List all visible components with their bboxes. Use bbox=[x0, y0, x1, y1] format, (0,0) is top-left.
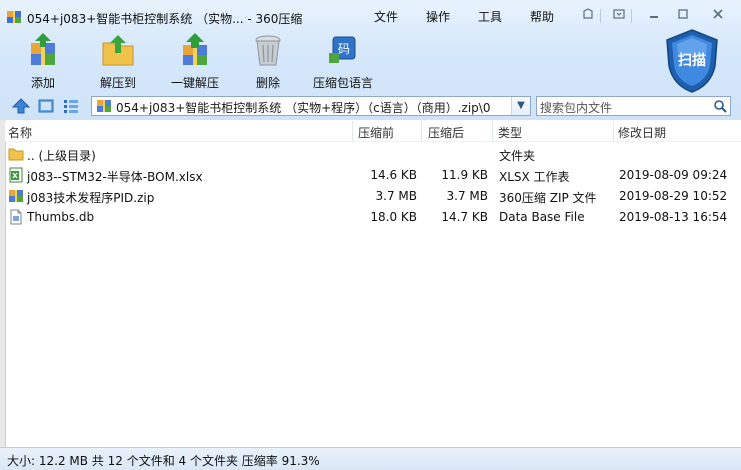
menu-file[interactable]: 文件 bbox=[374, 8, 398, 25]
scan-label: 扫描 bbox=[678, 53, 706, 69]
file-compressed-size: 14.7 KB bbox=[441, 210, 488, 224]
column-divider[interactable] bbox=[613, 121, 614, 141]
add-button[interactable]: 添加 bbox=[19, 33, 67, 91]
archive-language-button[interactable]: 码 压缩包语言 bbox=[311, 33, 375, 91]
file-row[interactable]: Thumbs.db 18.0 KB 14.7 KB Data Base File… bbox=[5, 207, 741, 228]
one-click-extract-icon bbox=[183, 33, 207, 65]
address-bar[interactable]: 054+j083+智能书柜控制系统 （实物+程序）（c语言）（商用）.zip\0… bbox=[91, 96, 531, 116]
file-original-size: 3.7 MB bbox=[375, 189, 417, 203]
chevron-down-icon[interactable]: ▼ bbox=[511, 97, 530, 115]
window-title: 054+j083+智能书柜控制系统 （实物... - 360压缩 bbox=[27, 12, 303, 26]
column-name[interactable]: 名称 bbox=[8, 124, 32, 141]
title-separator bbox=[600, 9, 601, 23]
scan-button[interactable]: 扫描 bbox=[663, 28, 721, 94]
zip-icon bbox=[97, 100, 111, 112]
maximize-icon[interactable] bbox=[674, 7, 692, 23]
column-compressed-size[interactable]: 压缩后 bbox=[428, 124, 464, 141]
add-label: 添加 bbox=[30, 76, 55, 90]
search-placeholder: 搜索包内文件 bbox=[540, 101, 613, 115]
title-separator bbox=[631, 9, 632, 23]
file-row-parent[interactable]: .. (上级目录) 文件夹 bbox=[5, 144, 741, 165]
column-modified[interactable]: 修改日期 bbox=[618, 124, 666, 141]
thumbnail-view-icon[interactable] bbox=[37, 98, 55, 114]
close-icon[interactable] bbox=[709, 7, 727, 23]
search-icon[interactable] bbox=[713, 99, 727, 113]
delete-label: 删除 bbox=[255, 76, 280, 90]
menu-help[interactable]: 帮助 bbox=[530, 8, 554, 25]
one-click-extract-button[interactable]: 一键解压 bbox=[165, 33, 225, 91]
file-compressed-size: 11.9 KB bbox=[441, 168, 488, 182]
trash-icon bbox=[255, 35, 281, 66]
db-file-icon bbox=[10, 209, 22, 225]
extract-to-button[interactable]: 解压到 bbox=[94, 33, 142, 91]
svg-text:码: 码 bbox=[338, 42, 350, 56]
file-original-size: 14.6 KB bbox=[370, 168, 417, 182]
menu-tools[interactable]: 工具 bbox=[478, 8, 502, 25]
add-archive-icon bbox=[31, 33, 55, 65]
file-type: Data Base File bbox=[499, 210, 585, 224]
archive-path: 054+j083+智能书柜控制系统 （实物+程序）（c语言）（商用）.zip\0 bbox=[116, 101, 491, 115]
file-name: j083--STM32-半导体-BOM.xlsx bbox=[27, 170, 203, 184]
skin-icon[interactable] bbox=[579, 7, 597, 23]
code-page-icon: 码 bbox=[329, 36, 356, 63]
excel-icon bbox=[9, 167, 23, 183]
column-original-size[interactable]: 压缩前 bbox=[358, 124, 394, 141]
file-type: XLSX 工作表 bbox=[499, 170, 570, 184]
file-name: .. (上级目录) bbox=[27, 149, 96, 163]
column-divider[interactable] bbox=[352, 121, 353, 141]
archive-language-label: 压缩包语言 bbox=[312, 76, 373, 90]
file-modified: 2019-08-29 10:52 bbox=[619, 189, 728, 203]
minimize-icon[interactable] bbox=[645, 7, 663, 23]
menu-dropdown-icon[interactable] bbox=[610, 7, 628, 23]
up-level-icon[interactable] bbox=[12, 98, 30, 114]
file-modified: 2019-08-09 09:24 bbox=[619, 168, 728, 182]
column-type[interactable]: 类型 bbox=[498, 124, 522, 141]
archive-app-icon bbox=[7, 11, 21, 23]
status-bar: 大小: 12.2 MB 共 12 个文件和 4 个文件夹 压缩率 91.3% bbox=[0, 447, 741, 470]
menu-operation[interactable]: 操作 bbox=[426, 8, 450, 25]
delete-button[interactable]: 删除 bbox=[247, 33, 289, 91]
folder-icon bbox=[8, 148, 24, 161]
search-input[interactable]: 搜索包内文件 bbox=[536, 96, 731, 116]
one-click-extract-label: 一键解压 bbox=[170, 76, 219, 90]
file-row[interactable]: j083--STM32-半导体-BOM.xlsx 14.6 KB 11.9 KB… bbox=[5, 165, 741, 186]
file-name: j083技术发程序PID.zip bbox=[27, 191, 155, 205]
list-view-icon[interactable] bbox=[62, 98, 80, 114]
file-modified: 2019-08-13 16:54 bbox=[619, 210, 728, 224]
zip-icon bbox=[9, 190, 23, 202]
title-bar: 054+j083+智能书柜控制系统 （实物... - 360压缩 文件 操作 工… bbox=[0, 0, 741, 32]
status-text: 大小: 12.2 MB 共 12 个文件和 4 个文件夹 压缩率 91.3% bbox=[7, 454, 320, 468]
file-row[interactable]: j083技术发程序PID.zip 3.7 MB 3.7 MB 360压缩 ZIP… bbox=[5, 186, 741, 207]
column-divider[interactable] bbox=[492, 121, 493, 141]
extract-folder-icon bbox=[102, 35, 134, 66]
file-name: Thumbs.db bbox=[27, 210, 95, 224]
file-original-size: 18.0 KB bbox=[370, 210, 417, 224]
file-compressed-size: 3.7 MB bbox=[446, 189, 488, 203]
extract-to-label: 解压到 bbox=[99, 76, 136, 90]
column-header-row: 名称 压缩前 压缩后 类型 修改日期 bbox=[5, 121, 741, 142]
column-divider[interactable] bbox=[421, 121, 422, 141]
file-type: 文件夹 bbox=[499, 149, 536, 163]
file-type: 360压缩 ZIP 文件 bbox=[499, 191, 597, 205]
